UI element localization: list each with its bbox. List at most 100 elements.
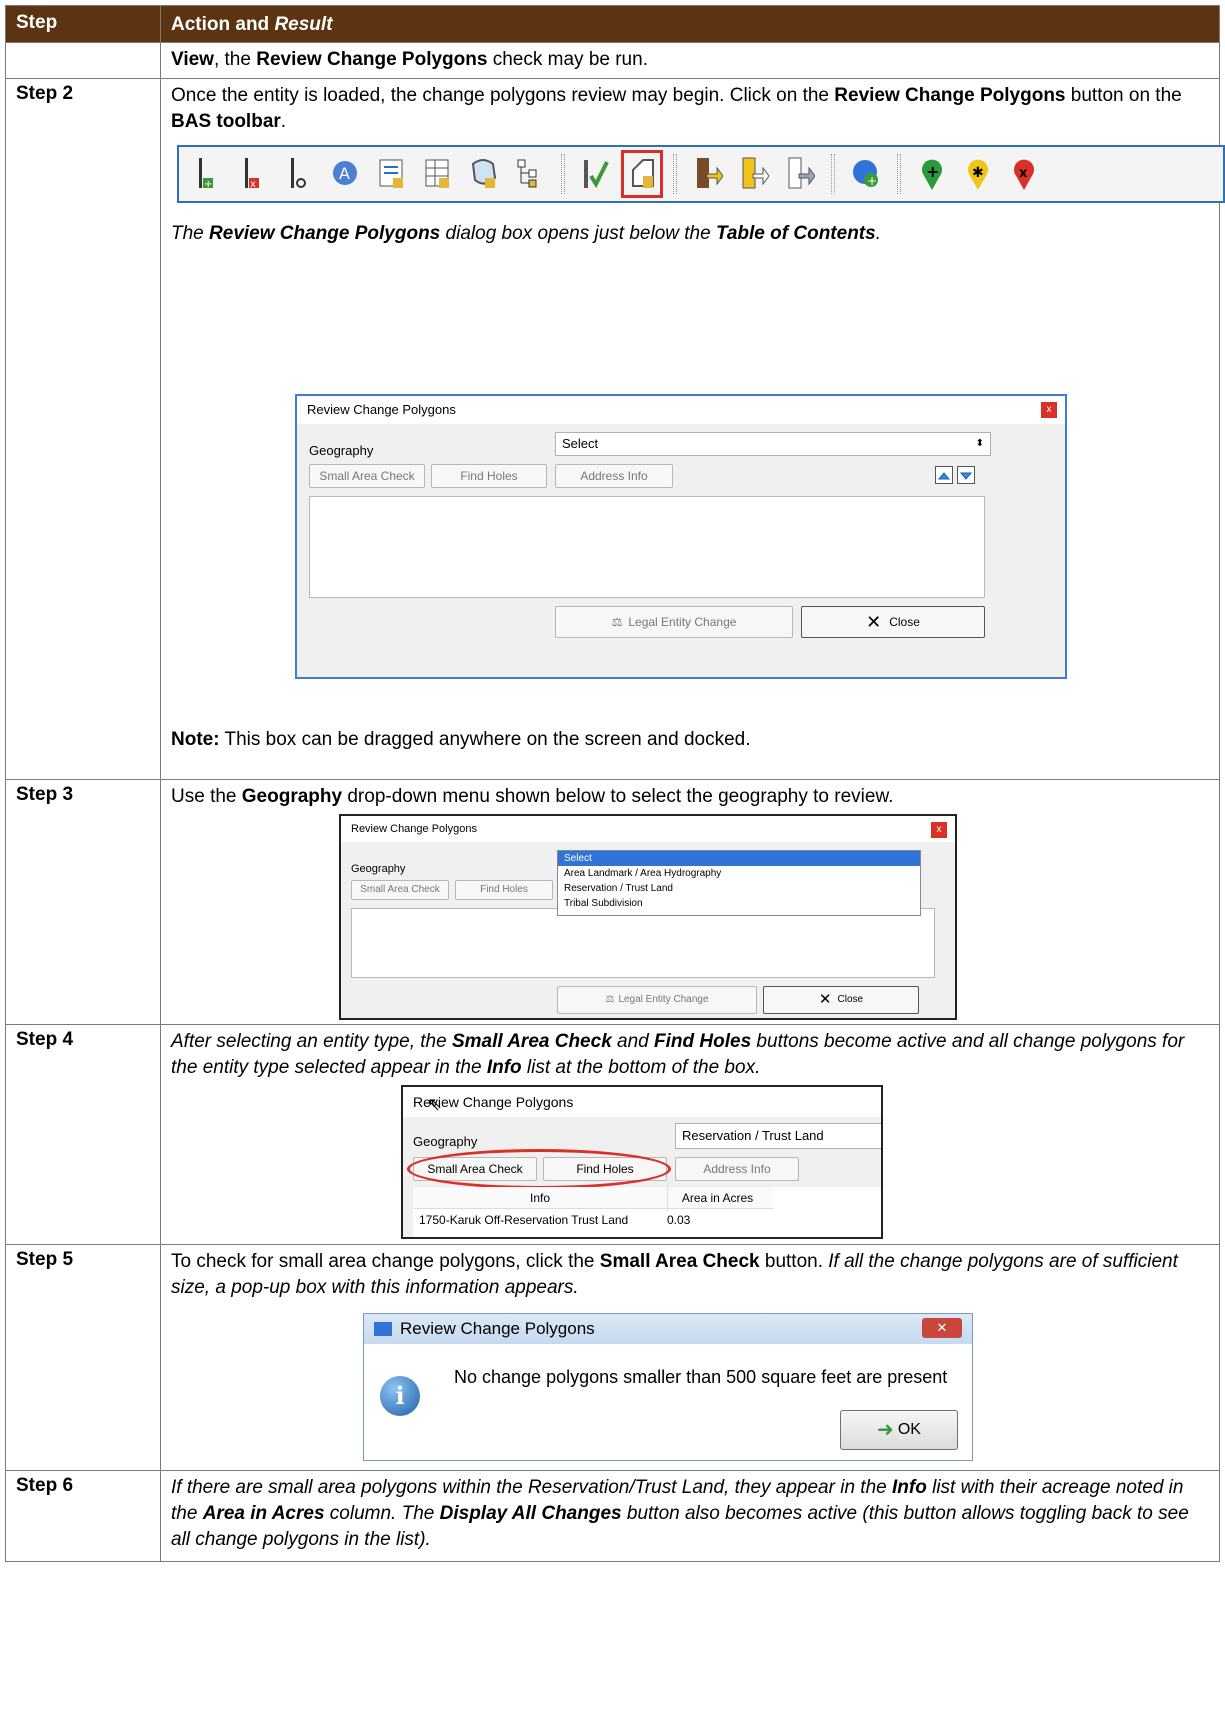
move-up-icon[interactable] xyxy=(935,466,953,484)
split-line-icon[interactable] xyxy=(283,154,317,194)
close-button[interactable]: ✕ Close xyxy=(801,606,985,638)
import-icon[interactable] xyxy=(691,154,725,194)
review-change-polygons-dialog-active: Review Change Polygons ⇖ Geography Reser… xyxy=(401,1085,883,1239)
validate-icon[interactable] xyxy=(579,154,613,194)
hierarchy-icon[interactable] xyxy=(513,154,547,194)
button-label: Close xyxy=(889,615,920,629)
bas-toolbar: + x A + + ✱ x xyxy=(177,145,1225,203)
svg-text:x: x xyxy=(1019,166,1028,181)
table-edit-icon[interactable] xyxy=(421,154,455,194)
text: After selecting an entity type, the xyxy=(171,1031,452,1052)
review-change-polygons-icon[interactable] xyxy=(621,150,663,198)
legal-entity-change-button[interactable]: ⚖ Legal Entity Change xyxy=(557,986,757,1014)
info-list[interactable] xyxy=(351,908,935,978)
dialog-title: Review Change Polygons xyxy=(403,1087,881,1117)
header-action: Action and Result xyxy=(161,6,1219,42)
geography-select[interactable]: Reservation / Trust Land xyxy=(675,1123,881,1149)
button-label: Close xyxy=(837,994,864,1005)
step2-text: Once the entity is loaded, the change po… xyxy=(171,83,1225,135)
address-info-button[interactable]: Address Info xyxy=(675,1157,799,1181)
text: . xyxy=(280,111,287,132)
area-cell: 7.54 xyxy=(667,1229,767,1237)
dropdown-option[interactable]: Reservation / Trust Land xyxy=(558,881,920,896)
table-row: Step 6 If there are small area polygons … xyxy=(6,1471,1219,1561)
step5-text: To check for small area change polygons,… xyxy=(171,1249,1209,1301)
move-down-icon[interactable] xyxy=(957,466,975,484)
export-icon[interactable] xyxy=(737,154,771,194)
bold-text: Small Area Check xyxy=(451,1031,612,1052)
info-table: Info Area in Acres 1750-Karuk Off-Reserv… xyxy=(413,1184,773,1237)
cursor-icon: ⇖ xyxy=(427,1094,443,1114)
find-holes-button[interactable]: Find Holes xyxy=(455,880,553,900)
action-cell: If there are small area polygons within … xyxy=(161,1471,1219,1561)
bold-text: Geography xyxy=(241,786,343,807)
step2-note: Note: This box can be dragged anywhere o… xyxy=(171,727,751,753)
star-pin-icon[interactable]: ✱ xyxy=(961,154,995,194)
close-icon[interactable]: x xyxy=(1041,402,1057,418)
text: column. The xyxy=(324,1503,440,1524)
header-action-text: Action and xyxy=(171,14,275,35)
procedure-table: Step Action and Result View, the Review … xyxy=(5,5,1225,1562)
text: dialog box opens just below the xyxy=(440,223,716,244)
remove-pin-icon[interactable]: x xyxy=(1007,154,1041,194)
bold-text: Review Change Polygons xyxy=(834,85,1066,106)
geography-dropdown-list[interactable]: Select Area Landmark / Area Hydrography … xyxy=(557,850,921,916)
info-list[interactable]: Info Area in Acres 1750-Karuk Off-Reserv… xyxy=(413,1184,881,1237)
delete-node-icon[interactable]: x xyxy=(237,154,271,194)
button-label: Legal Entity Change xyxy=(618,994,709,1005)
step3-text: Use the Geography drop-down menu shown b… xyxy=(171,784,1209,810)
dropdown-option[interactable]: Select xyxy=(558,851,920,866)
close-icon[interactable]: x xyxy=(931,822,947,838)
globe-add-icon[interactable]: + xyxy=(849,154,883,194)
step4-text: After selecting an entity type, the Smal… xyxy=(171,1029,1209,1081)
bold-text: Table of Contents xyxy=(715,223,876,244)
polygon-select-icon[interactable] xyxy=(467,154,501,194)
text: Use the xyxy=(171,786,242,807)
button-label: Legal Entity Change xyxy=(628,615,737,629)
svg-text:✱: ✱ xyxy=(972,165,984,181)
header-step: Step xyxy=(6,6,161,42)
dropdown-option[interactable]: Tribal Subdivision xyxy=(558,896,920,911)
small-area-check-button[interactable]: Small Area Check xyxy=(309,464,425,488)
address-info-button[interactable]: Address Info xyxy=(555,464,673,488)
info-list[interactable] xyxy=(309,496,985,598)
add-node-icon[interactable]: + xyxy=(191,154,225,194)
dropdown-option[interactable]: Area Landmark / Area Hydrography xyxy=(558,866,920,881)
step-label: Step 3 xyxy=(6,780,161,1024)
text: To check for small area change polygons,… xyxy=(171,1251,600,1272)
header-result-text: Result xyxy=(274,14,333,35)
info-cell: 1750-Karuk Off-Reservation Trust Land xyxy=(413,1229,667,1237)
highlight-oval xyxy=(407,1149,671,1189)
address-icon[interactable]: A xyxy=(329,154,363,194)
find-holes-button[interactable]: Find Holes xyxy=(431,464,547,488)
bold-text: Find Holes xyxy=(654,1031,752,1052)
table-row: View, the Review Change Polygons check m… xyxy=(6,43,1219,79)
svg-text:+: + xyxy=(204,179,212,190)
text: Once the entity is loaded, the change po… xyxy=(171,85,835,106)
table-row: Step 2 Once the entity is loaded, the ch… xyxy=(6,79,1225,780)
bold-text: Small Area Check xyxy=(599,1251,760,1272)
table-header: Step Action and Result xyxy=(6,6,1219,43)
dialog-title: Review Change Polygons xyxy=(341,816,955,842)
close-button[interactable]: ✕ Close xyxy=(763,986,919,1014)
table-row[interactable]: 1750-Karuk Off-Reservation Trust Land 7.… xyxy=(413,1229,773,1237)
table-row[interactable]: 1750-Karuk Off-Reservation Trust Land 0.… xyxy=(413,1209,773,1231)
table-row: Step 4 After selecting an entity type, t… xyxy=(6,1025,1219,1245)
form-icon[interactable] xyxy=(375,154,409,194)
svg-text:A: A xyxy=(339,164,350,183)
legal-entity-change-button[interactable]: ⚖ Legal Entity Change xyxy=(555,606,793,638)
export-alt-icon[interactable] xyxy=(783,154,817,194)
geography-select[interactable]: Select ⬍ xyxy=(555,432,991,456)
arrow-icon: ➜ xyxy=(877,1419,894,1441)
text: list at the bottom of the box. xyxy=(521,1057,761,1078)
review-change-polygons-dialog-dropdown: Review Change Polygons x Geography Small… xyxy=(339,814,957,1020)
close-icon[interactable]: ✕ xyxy=(922,1318,962,1338)
action-cell: View, the Review Change Polygons check m… xyxy=(161,43,1219,78)
text: button. xyxy=(759,1251,829,1272)
bold-text: BAS toolbar xyxy=(171,111,281,132)
small-area-check-button[interactable]: Small Area Check xyxy=(351,880,449,900)
ok-button[interactable]: ➜ OK xyxy=(840,1410,958,1450)
bold-text: Display All Changes xyxy=(439,1503,622,1524)
app-icon xyxy=(374,1322,392,1336)
add-pin-icon[interactable]: + xyxy=(915,154,949,194)
